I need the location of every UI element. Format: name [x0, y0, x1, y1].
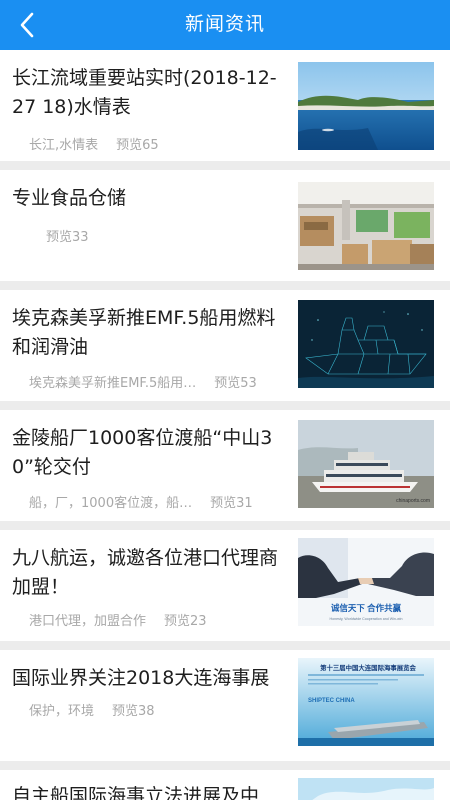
news-tags: 保护，环境 [29, 704, 95, 719]
news-meta: 预览33 [46, 226, 89, 245]
news-title: 金陵船厂1000客位渡船“中山30”轮交付 [12, 427, 273, 478]
news-meta: 长江,水情表 预览65 [29, 134, 159, 153]
view-count: 预览38 [112, 704, 155, 719]
news-thumbnail [298, 182, 434, 270]
news-item[interactable]: 国际业界关注2018大连海事展 保护，环境 预览38 第十三届中国大连国际海事展… [0, 650, 450, 761]
news-thumbnail [298, 300, 434, 388]
view-count: 预览23 [164, 614, 207, 629]
image-caption: chinaports.com [396, 498, 430, 504]
view-count: 预览65 [116, 138, 159, 153]
news-title: 长江流域重要站实时(2018-12-27 18)水情表 [12, 67, 277, 118]
news-thumbnail: chinaports.com [298, 420, 434, 508]
app-header: 新闻资讯 [0, 0, 450, 50]
view-count: 预览31 [210, 496, 253, 511]
news-thumbnail: 第十三届中国大连国际海事展览会 SHIPTEC CHINA [298, 658, 434, 746]
view-count: 预览33 [46, 230, 89, 245]
news-tags: 长江,水情表 [29, 138, 99, 153]
news-title: 自主船国际海事立法进展及中 [12, 785, 260, 800]
news-title: 埃克森美孚新推EMF.5船用燃料和润滑油 [12, 307, 276, 358]
image-banner-text: 诚信天下 合作共赢 [331, 603, 402, 613]
news-item[interactable]: 九八航运，诚邀各位港口代理商加盟！ 港口代理，加盟合作 预览23 诚信天下 合作… [0, 530, 450, 641]
news-item[interactable]: 专业食品仓储 预览33 [0, 170, 450, 281]
news-title: 九八航运，诚邀各位港口代理商加盟！ [12, 547, 279, 598]
news-meta: 保护，环境 预览38 [29, 700, 155, 719]
view-count: 预览53 [214, 376, 257, 391]
news-thumbnail [298, 62, 434, 150]
news-item[interactable]: 长江流域重要站实时(2018-12-27 18)水情表 长江,水情表 预览65 [0, 50, 450, 161]
news-meta: 船，厂，1000客位渡，船… 预览31 [29, 492, 253, 511]
image-poster-title: 第十三届中国大连国际海事展览会 [320, 663, 416, 672]
news-item[interactable]: 埃克森美孚新推EMF.5船用燃料和润滑油 埃克森美孚新推EMF.5船用… 预览5… [0, 290, 450, 401]
news-item[interactable]: 金陵船厂1000客位渡船“中山30”轮交付 船，厂，1000客位渡，船… 预览3… [0, 410, 450, 521]
news-title: 专业食品仓储 [12, 187, 127, 209]
news-title: 国际业界关注2018大连海事展 [12, 667, 270, 689]
news-tags: 船，厂，1000客位渡，船… [29, 496, 193, 511]
page-title: 新闻资讯 [184, 13, 265, 35]
news-meta: 埃克森美孚新推EMF.5船用… 预览53 [29, 372, 257, 391]
news-tags: 港口代理，加盟合作 [29, 614, 147, 629]
news-meta: 港口代理，加盟合作 预览23 [29, 610, 207, 629]
image-poster-logo: SHIPTEC CHINA [308, 698, 355, 704]
image-banner-subtext: Honesty, Worldwide Cooperation and Win-w… [330, 617, 403, 621]
news-thumbnail: 诚信天下 合作共赢 Honesty, Worldwide Cooperation… [298, 538, 434, 626]
news-item[interactable]: 自主船国际海事立法进展及中 [0, 770, 450, 800]
news-thumbnail [298, 778, 434, 800]
news-tags: 埃克森美孚新推EMF.5船用… [29, 376, 197, 391]
